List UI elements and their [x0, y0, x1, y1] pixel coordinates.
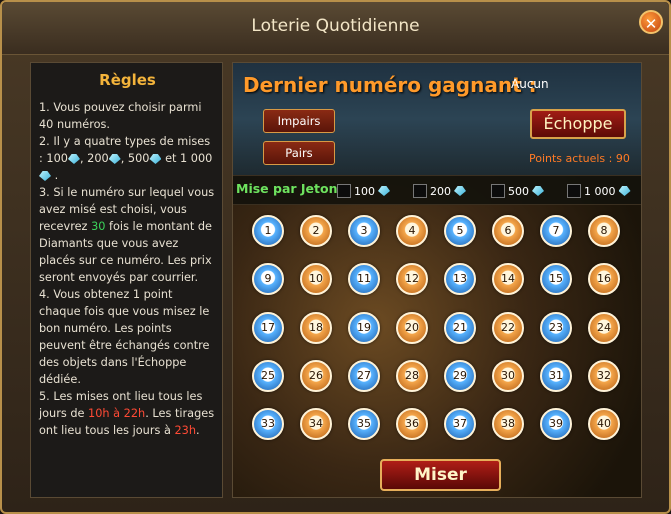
even-numbers-button[interactable]: Pairs [263, 141, 335, 165]
current-points: Points actuels : 90 [529, 152, 630, 165]
number-ball-17[interactable]: 17 [252, 312, 284, 344]
number-ball-20[interactable]: 20 [396, 312, 428, 344]
stake-label: Mise par Jeton [236, 181, 338, 196]
number-ball-12[interactable]: 12 [396, 263, 428, 295]
number-ball-39[interactable]: 39 [540, 408, 572, 440]
number-ball-32[interactable]: 32 [588, 360, 620, 392]
stake-checkbox[interactable] [337, 184, 351, 198]
title-bar: Loterie Quotidienne ✕ [2, 2, 669, 55]
number-ball-21[interactable]: 21 [444, 312, 476, 344]
diamond-icon [108, 154, 121, 164]
number-ball-7[interactable]: 7 [540, 215, 572, 247]
number-ball-15[interactable]: 15 [540, 263, 572, 295]
number-ball-38[interactable]: 38 [492, 408, 524, 440]
rule-5: 5. Les mises ont lieu tous les jours de … [39, 388, 216, 439]
close-icon[interactable]: ✕ [639, 10, 663, 34]
rule-2-text-c: , 500 [120, 152, 150, 165]
stake-option-1000[interactable]: 1 000 [567, 182, 631, 200]
number-ball-5[interactable]: 5 [444, 215, 476, 247]
last-winning-number-value: Aucun [511, 77, 549, 91]
number-ball-23[interactable]: 23 [540, 312, 572, 344]
number-ball-25[interactable]: 25 [252, 360, 284, 392]
stake-option-100[interactable]: 100 [337, 182, 390, 200]
number-ball-10[interactable]: 10 [300, 263, 332, 295]
lottery-board: Dernier numéro gagnant : Aucun Impairs P… [232, 62, 642, 498]
stake-option-200[interactable]: 200 [413, 182, 466, 200]
bet-button[interactable]: Miser [380, 459, 501, 491]
number-ball-31[interactable]: 31 [540, 360, 572, 392]
number-ball-24[interactable]: 24 [588, 312, 620, 344]
number-ball-27[interactable]: 27 [348, 360, 380, 392]
rule-2-text-d: et 1 000 [165, 152, 213, 165]
stake-selector: Mise par Jeton 100 200 500 1 000 [233, 175, 641, 205]
rules-panel: Règles 1. Vous pouvez choisir parmi 40 n… [30, 62, 223, 498]
number-ball-26[interactable]: 26 [300, 360, 332, 392]
payout-multiplier: 30 [91, 220, 106, 233]
lottery-window: Loterie Quotidienne ✕ Règles 1. Vous pou… [0, 0, 671, 514]
diamond-icon [454, 186, 466, 196]
diamond-icon [39, 171, 51, 181]
number-ball-22[interactable]: 22 [492, 312, 524, 344]
number-ball-33[interactable]: 33 [252, 408, 284, 440]
number-ball-18[interactable]: 18 [300, 312, 332, 344]
number-ball-1[interactable]: 1 [252, 215, 284, 247]
rule-1: 1. Vous pouvez choisir parmi 40 numéros. [39, 101, 202, 131]
odd-numbers-button[interactable]: Impairs [263, 109, 335, 133]
number-ball-3[interactable]: 3 [348, 215, 380, 247]
diamond-icon [149, 154, 162, 164]
rule-5-end: . [196, 424, 200, 437]
number-ball-2[interactable]: 2 [300, 215, 332, 247]
stake-checkbox[interactable] [567, 184, 581, 198]
number-ball-4[interactable]: 4 [396, 215, 428, 247]
stake-option-500[interactable]: 500 [491, 182, 544, 200]
rules-heading: Règles [99, 71, 156, 89]
number-ball-29[interactable]: 29 [444, 360, 476, 392]
rule-2: 2. Il y a quatre types de mises : 100, 2… [39, 133, 216, 184]
window-title: Loterie Quotidienne [251, 16, 420, 36]
number-ball-6[interactable]: 6 [492, 215, 524, 247]
rule-2-end: . [54, 169, 59, 182]
number-ball-19[interactable]: 19 [348, 312, 380, 344]
last-winning-number-label: Dernier numéro gagnant : [243, 73, 537, 97]
stake-checkbox[interactable] [413, 184, 427, 198]
stake-amount: 1 000 [584, 184, 616, 198]
betting-hours: 10h à 22h [88, 407, 146, 420]
number-ball-13[interactable]: 13 [444, 263, 476, 295]
shop-button[interactable]: Échoppe [530, 109, 626, 139]
rule-3: 3. Si le numéro sur lequel vous avez mis… [39, 184, 216, 286]
number-ball-40[interactable]: 40 [588, 408, 620, 440]
stake-amount: 200 [430, 184, 451, 198]
diamond-icon [67, 154, 80, 164]
diamond-icon [532, 186, 544, 196]
number-ball-34[interactable]: 34 [300, 408, 332, 440]
diamond-icon [378, 186, 390, 196]
rule-2-text-b: , 200 [79, 152, 109, 165]
number-ball-36[interactable]: 36 [396, 408, 428, 440]
number-ball-35[interactable]: 35 [348, 408, 380, 440]
number-ball-14[interactable]: 14 [492, 263, 524, 295]
number-ball-8[interactable]: 8 [588, 215, 620, 247]
stake-amount: 100 [354, 184, 375, 198]
number-ball-37[interactable]: 37 [444, 408, 476, 440]
number-ball-30[interactable]: 30 [492, 360, 524, 392]
number-ball-16[interactable]: 16 [588, 263, 620, 295]
stake-checkbox[interactable] [491, 184, 505, 198]
rule-4: 4. Vous obtenez 1 point chaque fois que … [39, 288, 210, 386]
draw-time: 23h [174, 424, 197, 437]
stake-amount: 500 [508, 184, 529, 198]
number-ball-9[interactable]: 9 [252, 263, 284, 295]
number-ball-11[interactable]: 11 [348, 263, 380, 295]
number-ball-28[interactable]: 28 [396, 360, 428, 392]
diamond-icon [618, 186, 631, 196]
